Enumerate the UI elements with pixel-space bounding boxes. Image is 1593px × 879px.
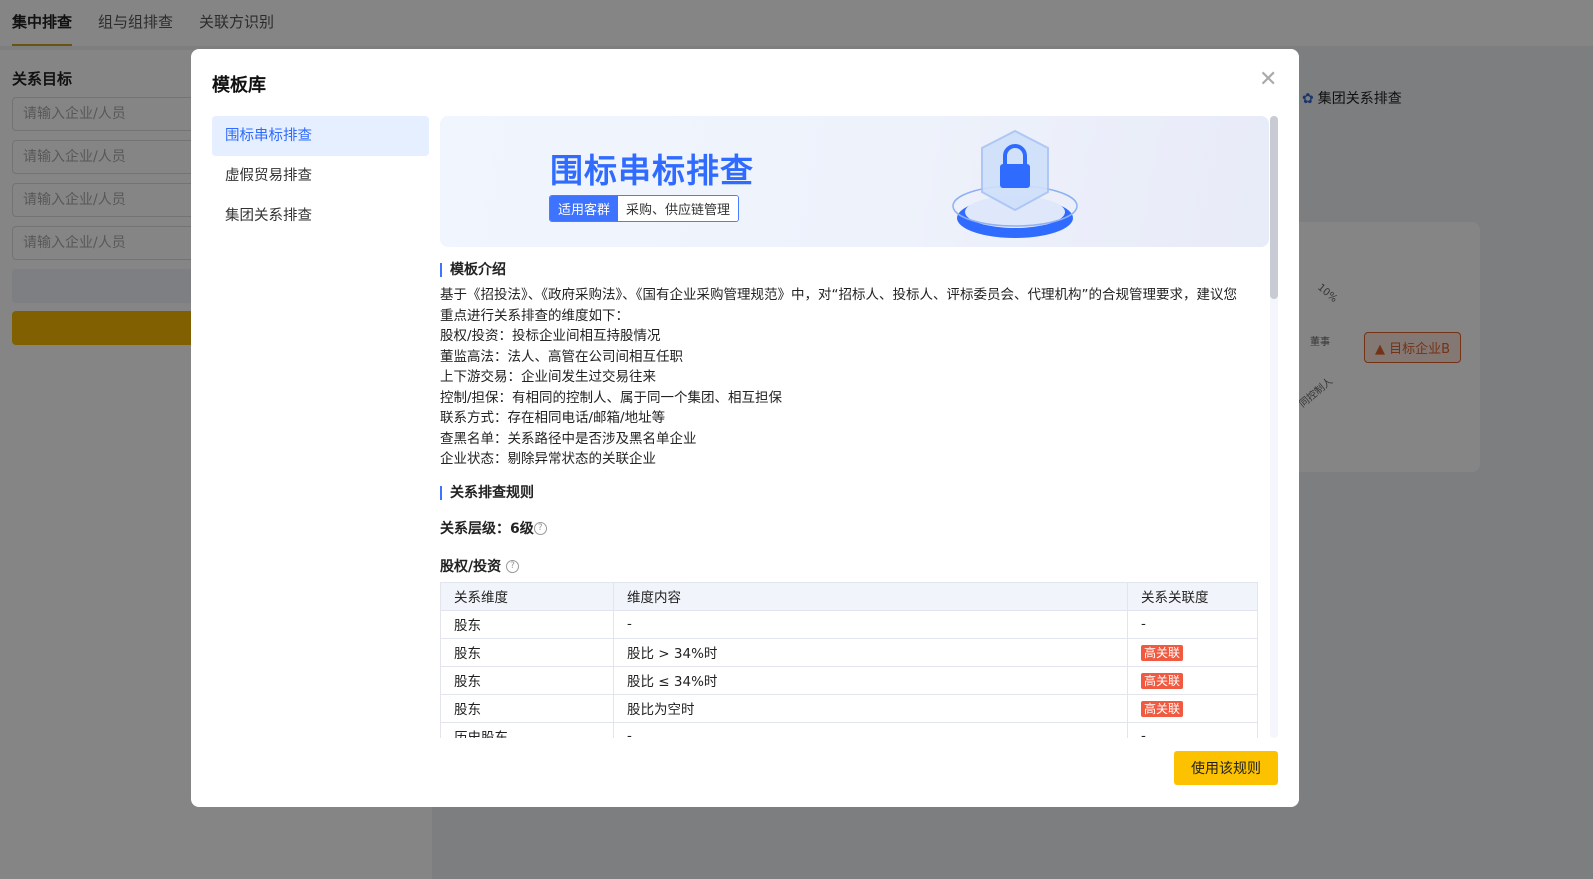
- template-library-modal: 模板库 ✕ 围标串标排查 虚假贸易排查 集团关系排查 围标串标排查 适用客群 采…: [191, 49, 1299, 807]
- cell: 股比 > 34%时: [613, 637, 1128, 667]
- template-banner: 围标串标排查 适用客群 采购、供应链管理: [440, 116, 1269, 247]
- cell: 股比为空时: [613, 693, 1128, 723]
- cell: 高关联: [1127, 693, 1258, 723]
- table-row: 股东 股比为空时 高关联: [440, 693, 1258, 723]
- table-row: 股东 股比 > 34%时 高关联: [440, 637, 1258, 667]
- intro-line: 联系方式：存在相同电话/邮箱/地址等: [440, 410, 666, 426]
- cell: -: [613, 609, 1128, 639]
- intro-text: 基于《招投法》、《政府采购法》、《国有企业采购管理规范》中，对“招标人、投标人、…: [440, 285, 1250, 470]
- equity-label: 股权/投资: [440, 558, 502, 575]
- help-icon[interactable]: ?: [533, 522, 547, 535]
- table-row: 股东 - -: [440, 609, 1258, 639]
- table-header: 关系维度 维度内容 关系关联度: [440, 581, 1258, 611]
- high-relevance-badge: 高关联: [1141, 644, 1184, 661]
- modal-title: 模板库: [212, 75, 266, 96]
- level-label: 关系层级：: [440, 520, 510, 537]
- use-rule-button[interactable]: 使用该规则: [1174, 751, 1278, 785]
- column-header: 关系维度: [440, 581, 614, 611]
- level-value: 6级: [510, 520, 534, 537]
- intro-line: 董监高法：法人、高管在公司间相互任职: [440, 348, 683, 365]
- intro-line: 股权/投资：投标企业间相互持股情况: [440, 328, 661, 344]
- intro-line: 基于《招投法》、《政府采购法》、《国有企业采购管理规范》中，对“招标人、投标人、…: [440, 287, 1237, 324]
- column-header: 维度内容: [613, 581, 1128, 611]
- cell: 股东: [440, 637, 614, 667]
- close-icon[interactable]: ✕: [1259, 67, 1277, 92]
- banner-title: 围标串标排查: [550, 151, 754, 190]
- template-detail: 围标串标排查 适用客群 采购、供应链管理 模板介绍 基于《招投法》、《政府采购法…: [440, 116, 1269, 738]
- nav-item-group-relation[interactable]: 集团关系排查: [212, 196, 429, 236]
- intro-line: 企业状态：剔除异常状态的关联企业: [440, 451, 656, 467]
- template-nav: 围标串标排查 虚假贸易排查 集团关系排查: [212, 116, 429, 236]
- intro-line: 上下游交易：企业间发生过交易往来: [440, 369, 656, 385]
- tag-value: 采购、供应链管理: [618, 196, 739, 221]
- table-row: 股东 股比 ≤ 34%时 高关联: [440, 665, 1258, 695]
- intro-title: 模板介绍: [440, 263, 1269, 277]
- cell: 高关联: [1127, 665, 1258, 695]
- rules-title: 关系排查规则: [440, 485, 1269, 500]
- intro-line: 控制/担保：有相同的控制人、属于同一个集团、相互担保: [440, 389, 783, 406]
- table-row: 历史股东 - -: [440, 721, 1258, 738]
- high-relevance-badge: 高关联: [1141, 672, 1184, 689]
- scrollbar-thumb[interactable]: [1270, 116, 1278, 299]
- nav-item-bid-rigging[interactable]: 围标串标排查: [212, 116, 429, 156]
- lock-shield-icon: [952, 129, 1078, 238]
- tag-label: 适用客群: [550, 196, 619, 221]
- cell: 历史股东: [440, 721, 614, 738]
- relation-level: 关系层级：6级?: [440, 518, 1269, 538]
- cell: -: [1127, 721, 1258, 738]
- cell: 股东: [440, 693, 614, 723]
- cell: -: [1127, 609, 1258, 639]
- cell: 股东: [440, 609, 614, 639]
- rules-table: 关系维度 维度内容 关系关联度 股东 - - 股东 股比 > 34%时 高关联 股东 股比…: [440, 581, 1258, 738]
- high-relevance-badge: 高关联: [1141, 700, 1184, 717]
- content-scrollbar[interactable]: [1270, 116, 1278, 738]
- intro-line: 查黑名单：关系路径中是否涉及黑名单企业: [440, 430, 697, 447]
- cell: 股东: [440, 665, 614, 695]
- cell: -: [613, 721, 1128, 738]
- equity-title: 股权/投资 ?: [440, 556, 1269, 576]
- column-header: 关系关联度: [1127, 581, 1258, 611]
- audience-tag: 适用客群 采购、供应链管理: [549, 195, 740, 222]
- cell: 高关联: [1127, 637, 1258, 667]
- cell: 股比 ≤ 34%时: [613, 665, 1128, 695]
- nav-item-fake-trade[interactable]: 虚假贸易排查: [212, 156, 429, 196]
- help-icon[interactable]: ?: [506, 560, 519, 573]
